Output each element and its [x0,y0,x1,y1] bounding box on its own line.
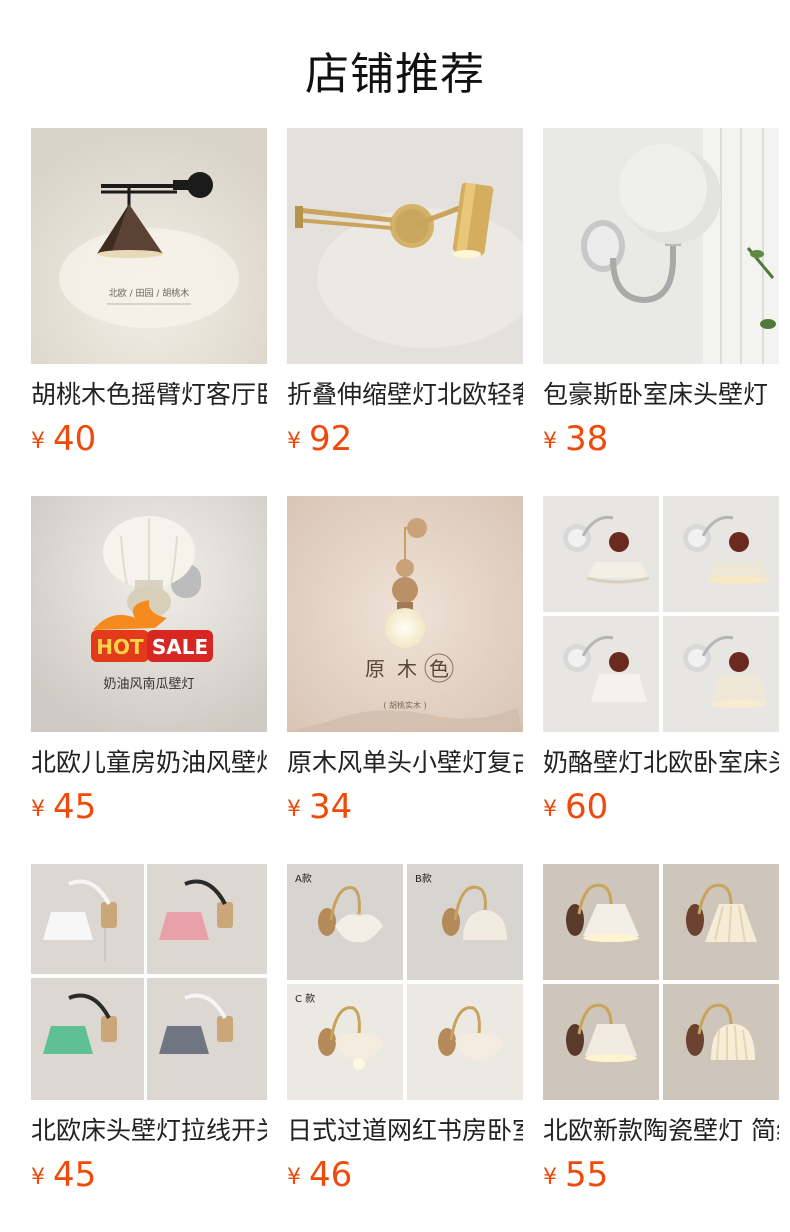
product-name[interactable]: 包豪斯卧室床头壁灯 [543,378,779,412]
price-value: 34 [309,787,353,827]
product-card[interactable]: 北欧新款陶瓷壁灯 简约 ¥55 [543,864,779,1196]
image-caption-3: 色 [429,657,449,681]
product-price: ¥60 [543,786,779,828]
product-price: ¥45 [31,786,267,828]
product-name[interactable]: 奶酪壁灯北欧卧室床头 [543,746,779,780]
gold-folding-arm-wall-lamp-image[interactable] [287,128,523,364]
product-card[interactable]: A款 B款 C 款 日式过道网红书房卧室 ¥ 46 [287,864,523,1196]
product-card[interactable]: HOT SALE 奶油风南瓜壁灯 北欧儿童房奶油风壁灯 ¥45 [31,496,267,828]
product-price: ¥46 [287,1154,523,1196]
product-price: ¥38 [543,418,779,460]
variant-label-b: B款 [415,872,432,885]
currency-symbol: ¥ [543,1165,557,1190]
product-name[interactable]: 北欧新款陶瓷壁灯 简约 [543,1114,779,1148]
price-value: 45 [53,1155,97,1195]
currency-symbol: ¥ [31,797,45,822]
cream-pumpkin-wall-lamp-image[interactable]: HOT SALE 奶油风南瓜壁灯 [31,496,267,732]
product-price: ¥55 [543,1154,779,1196]
image-caption-2: 木 [397,657,417,681]
product-card[interactable]: 北欧 / 田园 / 胡桃木 胡桃木色摇臂灯客厅卧室 ¥40 [31,128,267,460]
price-value: 60 [565,787,609,827]
product-card[interactable]: 包豪斯卧室床头壁灯 ¥38 [543,128,779,460]
product-card[interactable]: 原 木 色 ( 胡桃实木 ) 原木风单头小壁灯复古 ¥34 [287,496,523,828]
image-caption: 北欧 / 田园 / 胡桃木 [109,287,190,299]
currency-symbol: ¥ [543,429,557,454]
product-price: ¥34 [287,786,523,828]
ceramic-wall-lamp-grid-image[interactable] [543,864,779,1100]
product-name[interactable]: 日式过道网红书房卧室 [287,1114,523,1148]
variant-label-a: A款 [295,872,312,885]
price-value: 45 [53,787,97,827]
image-caption-sub: ( 胡桃实木 ) [383,700,426,710]
currency-symbol: ¥ [543,797,557,822]
currency-symbol: ¥ [287,1165,301,1190]
currency-symbol: ¥ [31,429,45,454]
sale-badge-text: SALE [152,635,208,659]
cheese-shade-wall-lamp-grid-image[interactable] [543,496,779,732]
japanese-style-wall-lamp-grid-image[interactable]: A款 B款 C 款 [287,864,523,1100]
bauhaus-globe-wall-lamp-image[interactable] [543,128,779,364]
walnut-swing-arm-wall-lamp-image[interactable]: 北欧 / 田园 / 胡桃木 [31,128,267,364]
currency-symbol: ¥ [31,1165,45,1190]
variant-label-c: C 款 [295,992,315,1005]
price-value: 55 [565,1155,609,1195]
product-name[interactable]: 原木风单头小壁灯复古 [287,746,523,780]
hot-badge-text: HOT [96,635,144,659]
price-value: 40 [53,419,97,459]
shop-recommend-page: 店铺推荐 北欧 / 田园 / 胡桃木 胡桃木色摇臂灯客厅 ¥ 40 折叠伸缩壁灯… [0,0,790,1232]
product-card[interactable]: 折叠伸缩壁灯北欧轻奢 ¥92 [287,128,523,460]
product-price: ¥92 [287,418,523,460]
product-name[interactable]: 折叠伸缩壁灯北欧轻奢 [287,378,523,412]
product-name[interactable]: 胡桃木色摇臂灯客厅卧室 [31,378,267,412]
product-grid: 北欧 / 田园 / 胡桃木 胡桃木色摇臂灯客厅卧室 ¥40 [0,0,790,1232]
product-price: ¥40 [31,418,267,460]
image-caption: 奶油风南瓜壁灯 [103,676,194,692]
currency-symbol: ¥ [287,797,301,822]
product-card[interactable]: 奶酪壁灯北欧卧室床头 ¥60 [543,496,779,828]
log-style-bulb-wall-lamp-image[interactable]: 原 木 色 ( 胡桃实木 ) [287,496,523,732]
currency-symbol: ¥ [287,429,301,454]
colorful-pull-cord-wall-lamp-grid-image[interactable] [31,864,267,1100]
product-name[interactable]: 北欧儿童房奶油风壁灯 [31,746,267,780]
image-caption-1: 原 [365,657,385,681]
product-card[interactable]: 北欧床头壁灯拉线开关 ¥45 [31,864,267,1196]
price-value: 92 [309,419,353,459]
product-price: ¥45 [31,1154,267,1196]
product-name[interactable]: 北欧床头壁灯拉线开关 [31,1114,267,1148]
price-value: 46 [309,1155,353,1195]
price-value: 38 [565,419,609,459]
